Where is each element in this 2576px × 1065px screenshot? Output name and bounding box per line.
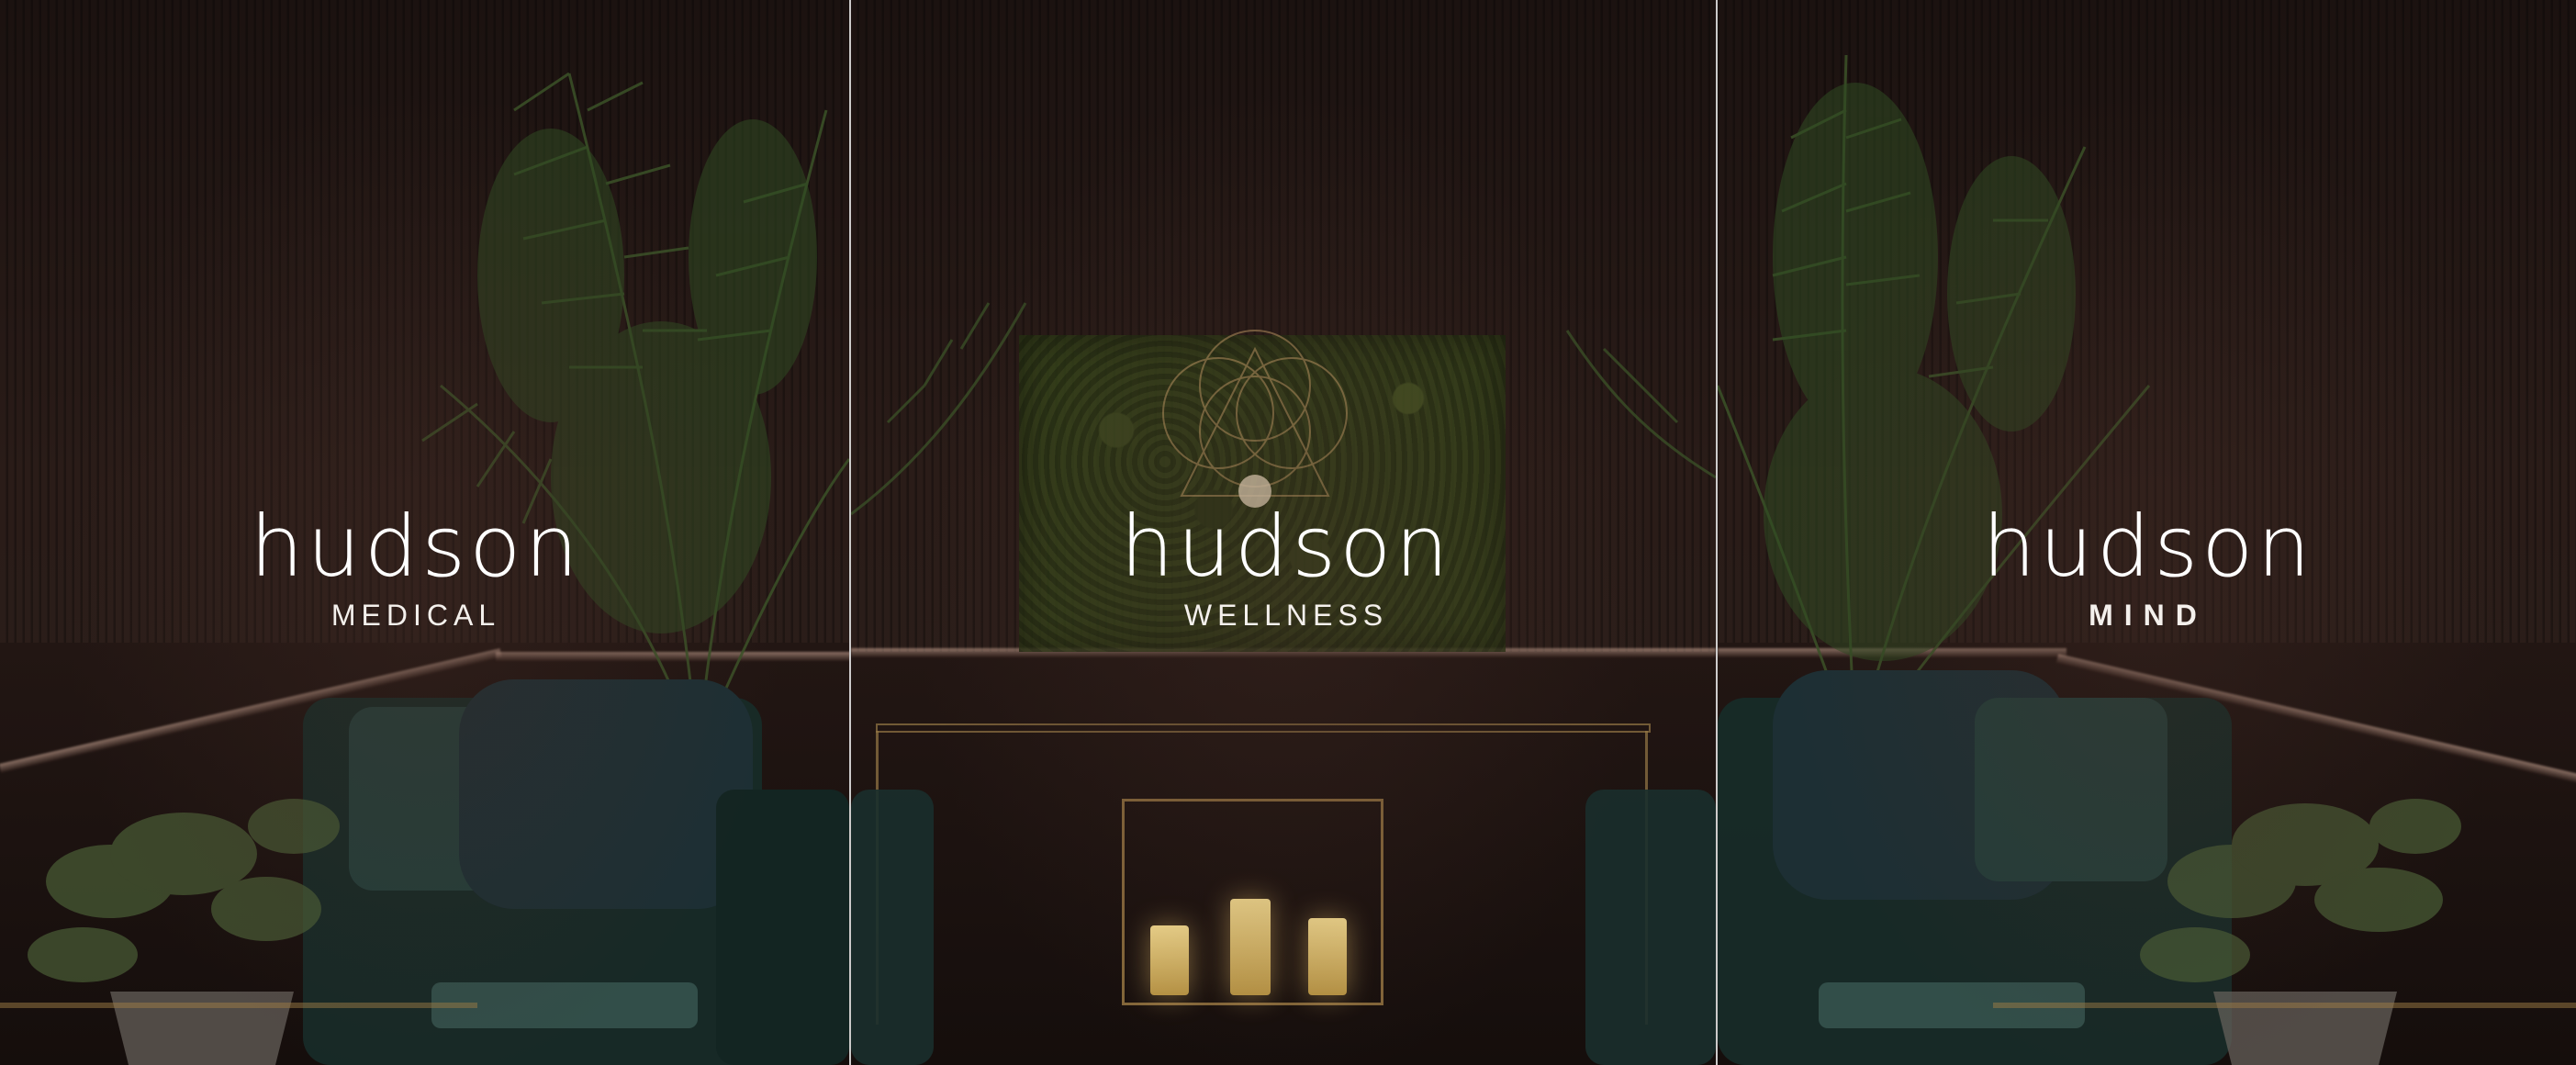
panel-wellness[interactable]: hudson WELLNESS — [851, 0, 1716, 1065]
brand-wordmark: hudson — [1982, 498, 2314, 596]
brand-division: WELLNESS — [1183, 599, 1389, 632]
wellness-logo: hudson WELLNESS — [1103, 498, 1470, 633]
panel-divider — [1716, 0, 1718, 1065]
panel-mind[interactable]: hudson MIND — [1718, 0, 2576, 1065]
brand-division: MIND — [2089, 599, 2208, 632]
panel-divider — [849, 0, 851, 1065]
brand-wordmark: hudson — [1120, 498, 1452, 596]
brand-wordmark: hudson — [250, 498, 582, 596]
medical-logo: hudson MEDICAL — [232, 498, 599, 633]
brand-division: MEDICAL — [330, 599, 501, 632]
panel-medical[interactable]: hudson MEDICAL — [0, 0, 849, 1065]
brand-selector: hudson MEDICAL hudson WELLNESS hudson MI… — [0, 0, 2576, 1065]
mind-logo: hudson MIND — [1965, 498, 2332, 633]
